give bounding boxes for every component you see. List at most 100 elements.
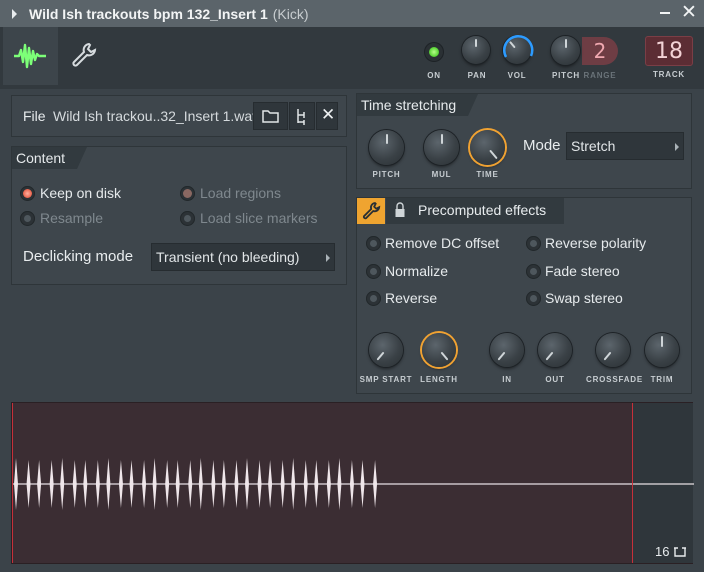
pan-label: PAN — [467, 71, 487, 80]
waveform-hit — [221, 460, 226, 508]
waveform-hit — [95, 460, 100, 508]
in-knob[interactable] — [490, 333, 524, 367]
range-value[interactable]: 2 — [582, 37, 618, 65]
waveform-hit — [198, 458, 203, 510]
waveform-hit — [49, 460, 54, 508]
content-title: Content — [12, 147, 88, 169]
smp-start-label: SMP START — [359, 375, 413, 384]
mul-knob[interactable] — [424, 130, 459, 165]
wrench-icon — [72, 42, 97, 67]
waveform-graph — [12, 458, 694, 510]
range-label: RANGE — [583, 71, 617, 80]
normalize-toggle[interactable] — [366, 264, 381, 279]
remove-dc-offset-toggle[interactable] — [366, 236, 381, 251]
crossfade-label: CROSSFADE — [586, 375, 643, 384]
crossfade-knob[interactable] — [596, 333, 630, 367]
beat-count: 16 — [655, 544, 687, 559]
mode-label: Mode — [523, 137, 561, 154]
wrench-icon — [362, 202, 381, 220]
out-knob[interactable] — [538, 333, 572, 367]
normalize-label: Normalize — [385, 263, 449, 279]
load-slice-markers-radio[interactable] — [180, 211, 195, 226]
on-toggle[interactable] — [425, 43, 443, 61]
load-regions-label: Load regions — [200, 185, 281, 201]
fade-stereo-toggle[interactable] — [526, 264, 541, 279]
pan-knob[interactable] — [462, 36, 490, 64]
waveform-hit — [303, 460, 308, 508]
waveform-hit — [280, 460, 285, 508]
window-title: Wild Ish trackouts bpm 132_Insert 1 — [29, 5, 268, 22]
waveform-hit — [72, 460, 77, 508]
volume-arc — [503, 35, 534, 58]
close-icon[interactable]: ✕ — [681, 3, 697, 23]
waveform-hit — [326, 460, 331, 508]
waveform-display[interactable]: 16 — [11, 402, 694, 564]
waveform-hit — [14, 458, 18, 510]
reverse-polarity-toggle[interactable] — [526, 236, 541, 251]
length-knob[interactable] — [422, 333, 456, 367]
load-regions-radio[interactable] — [180, 186, 195, 201]
file-label: File — [23, 108, 46, 124]
swap-stereo-label: Swap stereo — [545, 290, 623, 306]
waveform-hit — [245, 458, 249, 510]
tab-settings[interactable] — [70, 41, 98, 74]
keep-on-disk-label: Keep on disk — [40, 185, 121, 201]
trim-label: TRIM — [650, 375, 674, 384]
effects-wrench-button[interactable] — [357, 198, 385, 224]
remove-dc-offset-label: Remove DC offset — [385, 235, 500, 251]
declicking-dropdown[interactable]: Transient (no bleeding) — [151, 243, 335, 271]
waveform-hit — [165, 460, 170, 508]
smp-start-knob[interactable] — [369, 333, 403, 367]
waveform-hit — [106, 458, 111, 510]
trim-knob[interactable] — [645, 333, 679, 367]
declicking-value: Transient (no bleeding) — [156, 249, 300, 265]
minimize-icon[interactable] — [660, 12, 670, 14]
track-label: TRACK — [653, 70, 685, 79]
caret-right-icon — [326, 254, 330, 262]
browse-button[interactable] — [289, 102, 315, 130]
file-name[interactable]: Wild Ish trackou..32_Insert 1.wav — [53, 108, 259, 124]
fade-stereo-label: Fade stereo — [545, 263, 620, 279]
length-label: LENGTH — [420, 375, 458, 384]
pitch-label: PITCH — [552, 71, 580, 80]
x-icon: ✕ — [321, 105, 336, 124]
waveform-hit — [129, 460, 134, 508]
resample-radio[interactable] — [20, 211, 35, 226]
waveform-hit — [257, 460, 262, 508]
window-subtitle: (Kick) — [272, 5, 309, 22]
keep-on-disk-radio[interactable] — [20, 186, 35, 201]
precomputed-title-bar: Precomputed effects — [386, 198, 564, 224]
reverse-toggle[interactable] — [366, 291, 381, 306]
clear-file-button[interactable]: ✕ — [316, 102, 338, 130]
waveform-hit — [373, 460, 378, 508]
folder-icon — [262, 110, 279, 123]
tab-sample[interactable] — [3, 27, 58, 85]
title-bar: Wild Ish trackouts bpm 132_Insert 1 (Kic… — [0, 0, 704, 27]
reverse-polarity-label: Reverse polarity — [545, 235, 647, 251]
start-marker[interactable] — [12, 403, 13, 563]
in-label: IN — [502, 375, 512, 384]
out-label: OUT — [545, 375, 565, 384]
waveform-hit — [26, 460, 31, 508]
waveform-hit — [60, 458, 65, 510]
open-folder-button[interactable] — [253, 102, 288, 130]
time-knob[interactable] — [470, 130, 505, 165]
waveform-hit — [337, 458, 342, 510]
stretch-pitch-knob[interactable] — [369, 130, 404, 165]
stretch-pitch-label: PITCH — [372, 170, 401, 179]
track-value[interactable]: 18 — [645, 36, 693, 66]
waveform-hit — [118, 460, 123, 508]
mode-dropdown[interactable]: Stretch — [566, 132, 684, 160]
menu-arrow-icon[interactable] — [12, 8, 17, 19]
waveform-hit — [175, 460, 180, 508]
pitch-knob[interactable] — [551, 36, 580, 65]
waveform-hit — [314, 460, 319, 508]
reverse-label: Reverse — [385, 290, 438, 306]
end-marker[interactable] — [632, 403, 633, 563]
waveform-hit — [211, 460, 216, 508]
swap-stereo-toggle[interactable] — [526, 291, 541, 306]
caret-right-icon — [675, 143, 679, 151]
resample-label: Resample — [40, 210, 104, 226]
precomputed-title: Precomputed effects — [418, 202, 547, 218]
time-label: TIME — [476, 170, 499, 179]
